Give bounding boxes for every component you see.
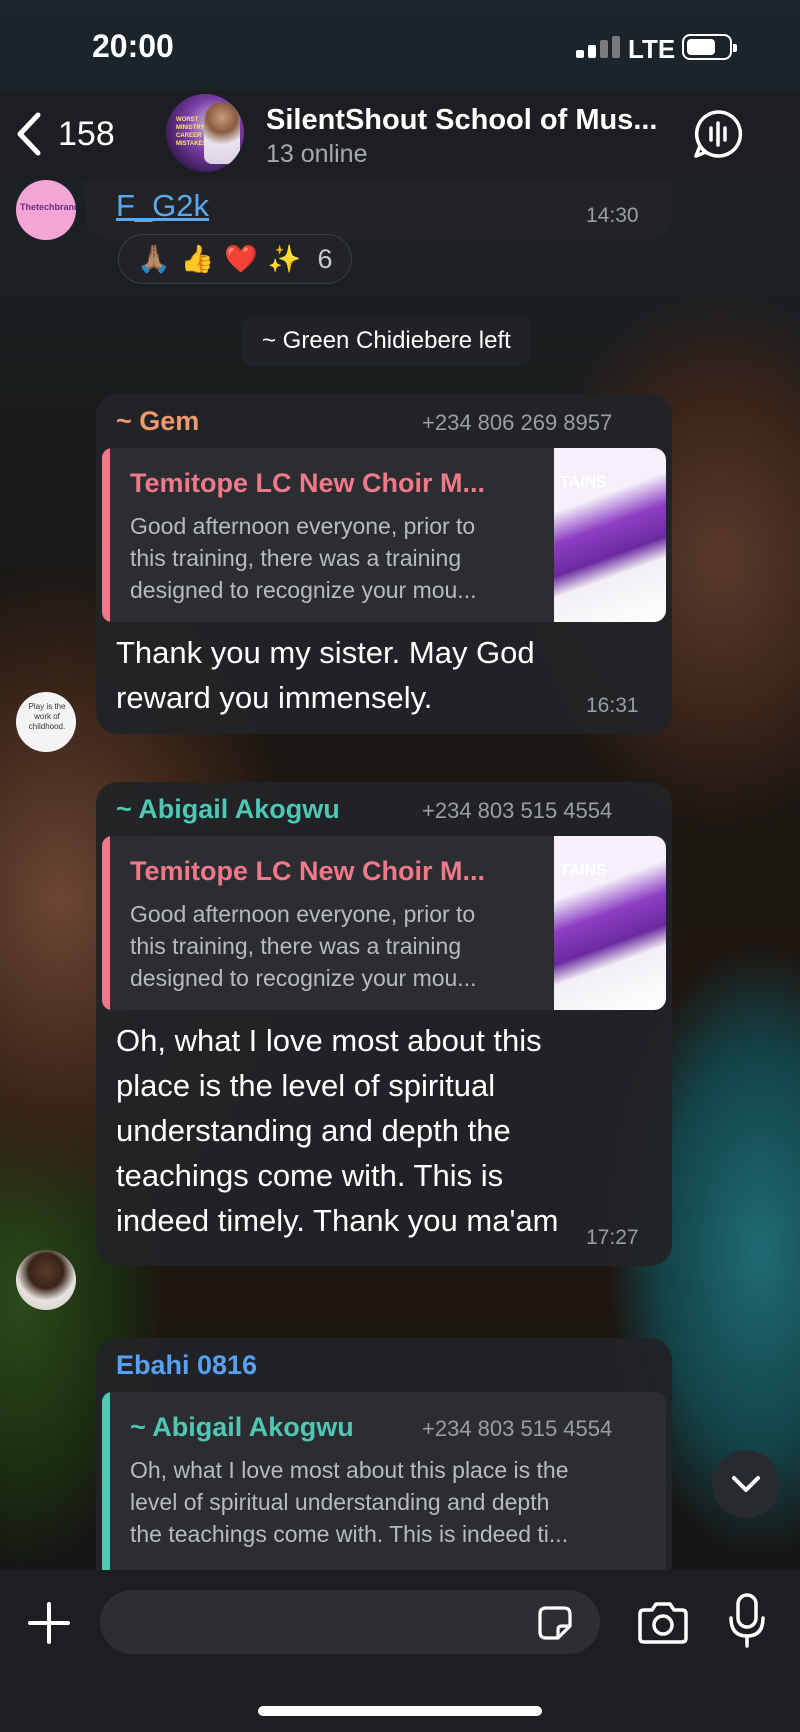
battery-icon [682, 34, 737, 60]
message-link[interactable]: F_G2k [116, 188, 209, 224]
online-status: 13 online [266, 140, 368, 168]
group-avatar[interactable]: WORST MINISTRY CAREER MISTAKES [166, 94, 244, 172]
home-indicator [258, 1706, 542, 1716]
reply-title: ~ Abigail Akogwu [130, 1412, 354, 1442]
message-bubble[interactable]: F_G2k 14:30 [86, 180, 672, 240]
reply-text-line: Good afternoon everyone, prior to [130, 513, 476, 539]
scroll-to-bottom-button[interactable] [712, 1450, 780, 1518]
sender-name[interactable]: Ebahi 0816 [116, 1350, 257, 1381]
message-bubble[interactable]: ~ Abigail Akogwu +234 803 515 4554 Temit… [96, 782, 672, 1266]
message-text-line: understanding and depth the [116, 1113, 511, 1148]
reply-text-line: Good afternoon everyone, prior to [130, 901, 476, 927]
reply-text-line: level of spiritual understanding and dep… [130, 1489, 550, 1515]
group-title[interactable]: SilentShout School of Mus... [266, 104, 658, 137]
reply-preview[interactable]: ~ Abigail Akogwu +234 803 515 4554 Oh, w… [102, 1392, 666, 1570]
message-time: 16:31 [586, 694, 639, 717]
message-text-line: Oh, what I love most about this [116, 1023, 542, 1058]
microphone-icon[interactable] [726, 1592, 768, 1650]
sender-name[interactable]: ~ Gem [116, 406, 199, 437]
attach-plus-icon[interactable] [26, 1600, 72, 1646]
chat-header: 158 WORST MINISTRY CAREER MISTAKES Silen… [0, 90, 800, 180]
message-bubble[interactable]: Ebahi 0816 ~ Abigail Akogwu +234 803 515… [96, 1338, 672, 1570]
back-button[interactable]: 158 [14, 104, 115, 164]
message-input[interactable] [100, 1590, 600, 1654]
reply-title: Temitope LC New Choir M... [130, 856, 486, 886]
sticker-icon[interactable] [534, 1602, 576, 1644]
reply-preview[interactable]: Temitope LC New Choir M... Good afternoo… [102, 836, 666, 1010]
reply-preview[interactable]: Temitope LC New Choir M... Good afternoo… [102, 448, 666, 622]
reaction-count: 6 [317, 243, 333, 274]
message-list[interactable]: Thetechbrand F_G2k 14:30 🙏🏽 👍 ❤️ ✨ 6 ~ G… [0, 180, 800, 1570]
avatar[interactable]: Thetechbrand [16, 180, 76, 240]
reply-title: Temitope LC New Choir M... [130, 468, 486, 498]
message-text-line: reward you immensely. [116, 680, 433, 715]
network-type: LTE [628, 34, 676, 64]
message-text-line: indeed timely. Thank you ma'am [116, 1203, 559, 1238]
unread-count: 158 [58, 114, 115, 153]
chevron-down-icon [732, 1476, 760, 1492]
reply-thumbnail: TAINS [554, 448, 666, 622]
reply-thumbnail-text: TAINS [560, 862, 607, 879]
sender-name[interactable]: ~ Abigail Akogwu [116, 794, 340, 825]
service-message: ~ Green Chidiebere left [242, 316, 531, 366]
message-time: 17:27 [586, 1226, 639, 1249]
message-bubble[interactable]: ~ Gem +234 806 269 8957 Temitope LC New … [96, 394, 672, 734]
reaction-thumbs-up[interactable]: 👍 [181, 243, 215, 275]
reply-text-line: designed to recognize your mou... [130, 965, 477, 991]
status-bar: 20:00 LTE [0, 0, 800, 90]
reply-phone: +234 803 515 4554 [422, 1416, 613, 1441]
reaction-sparkles[interactable]: ✨ [268, 243, 302, 275]
message-composer [0, 1570, 800, 1732]
camera-icon[interactable] [636, 1600, 690, 1646]
reply-bar [102, 836, 110, 1010]
reply-thumbnail-text: TAINS [560, 474, 607, 491]
reply-text-line: the teachings come with. This is indeed … [130, 1521, 569, 1547]
reply-bar [102, 448, 110, 622]
reaction-heart[interactable]: ❤️ [224, 243, 258, 275]
reaction-pray[interactable]: 🙏🏽 [137, 243, 171, 275]
avatar-text: Thetechbrand [20, 202, 76, 212]
sender-phone: +234 803 515 4554 [422, 798, 613, 823]
reply-thumbnail: TAINS [554, 836, 666, 1010]
avatar[interactable] [16, 1250, 76, 1310]
avatar-text: Play is the work of childhood. [28, 702, 66, 731]
reply-text-line: designed to recognize your mou... [130, 577, 477, 603]
cellular-signal-icon [576, 36, 620, 58]
reply-bar [102, 1392, 110, 1570]
message-text-line: place is the level of spiritual [116, 1068, 496, 1103]
message-text-line: Thank you my sister. May God [116, 635, 535, 670]
avatar[interactable]: Play is the work of childhood. [16, 692, 76, 752]
message-text-line: teachings come with. This is [116, 1158, 504, 1193]
chevron-left-icon [17, 112, 41, 156]
message-time: 14:30 [586, 204, 639, 227]
sender-phone: +234 806 269 8957 [422, 410, 613, 435]
status-time: 20:00 [92, 28, 174, 64]
reply-text-line: this training, there was a training [130, 933, 462, 959]
reply-text-line: Oh, what I love most about this place is… [130, 1457, 569, 1483]
reply-text-line: this training, there was a training [130, 545, 462, 571]
voice-chat-icon[interactable] [692, 108, 744, 160]
reactions-bar[interactable]: 🙏🏽 👍 ❤️ ✨ 6 [118, 234, 352, 284]
